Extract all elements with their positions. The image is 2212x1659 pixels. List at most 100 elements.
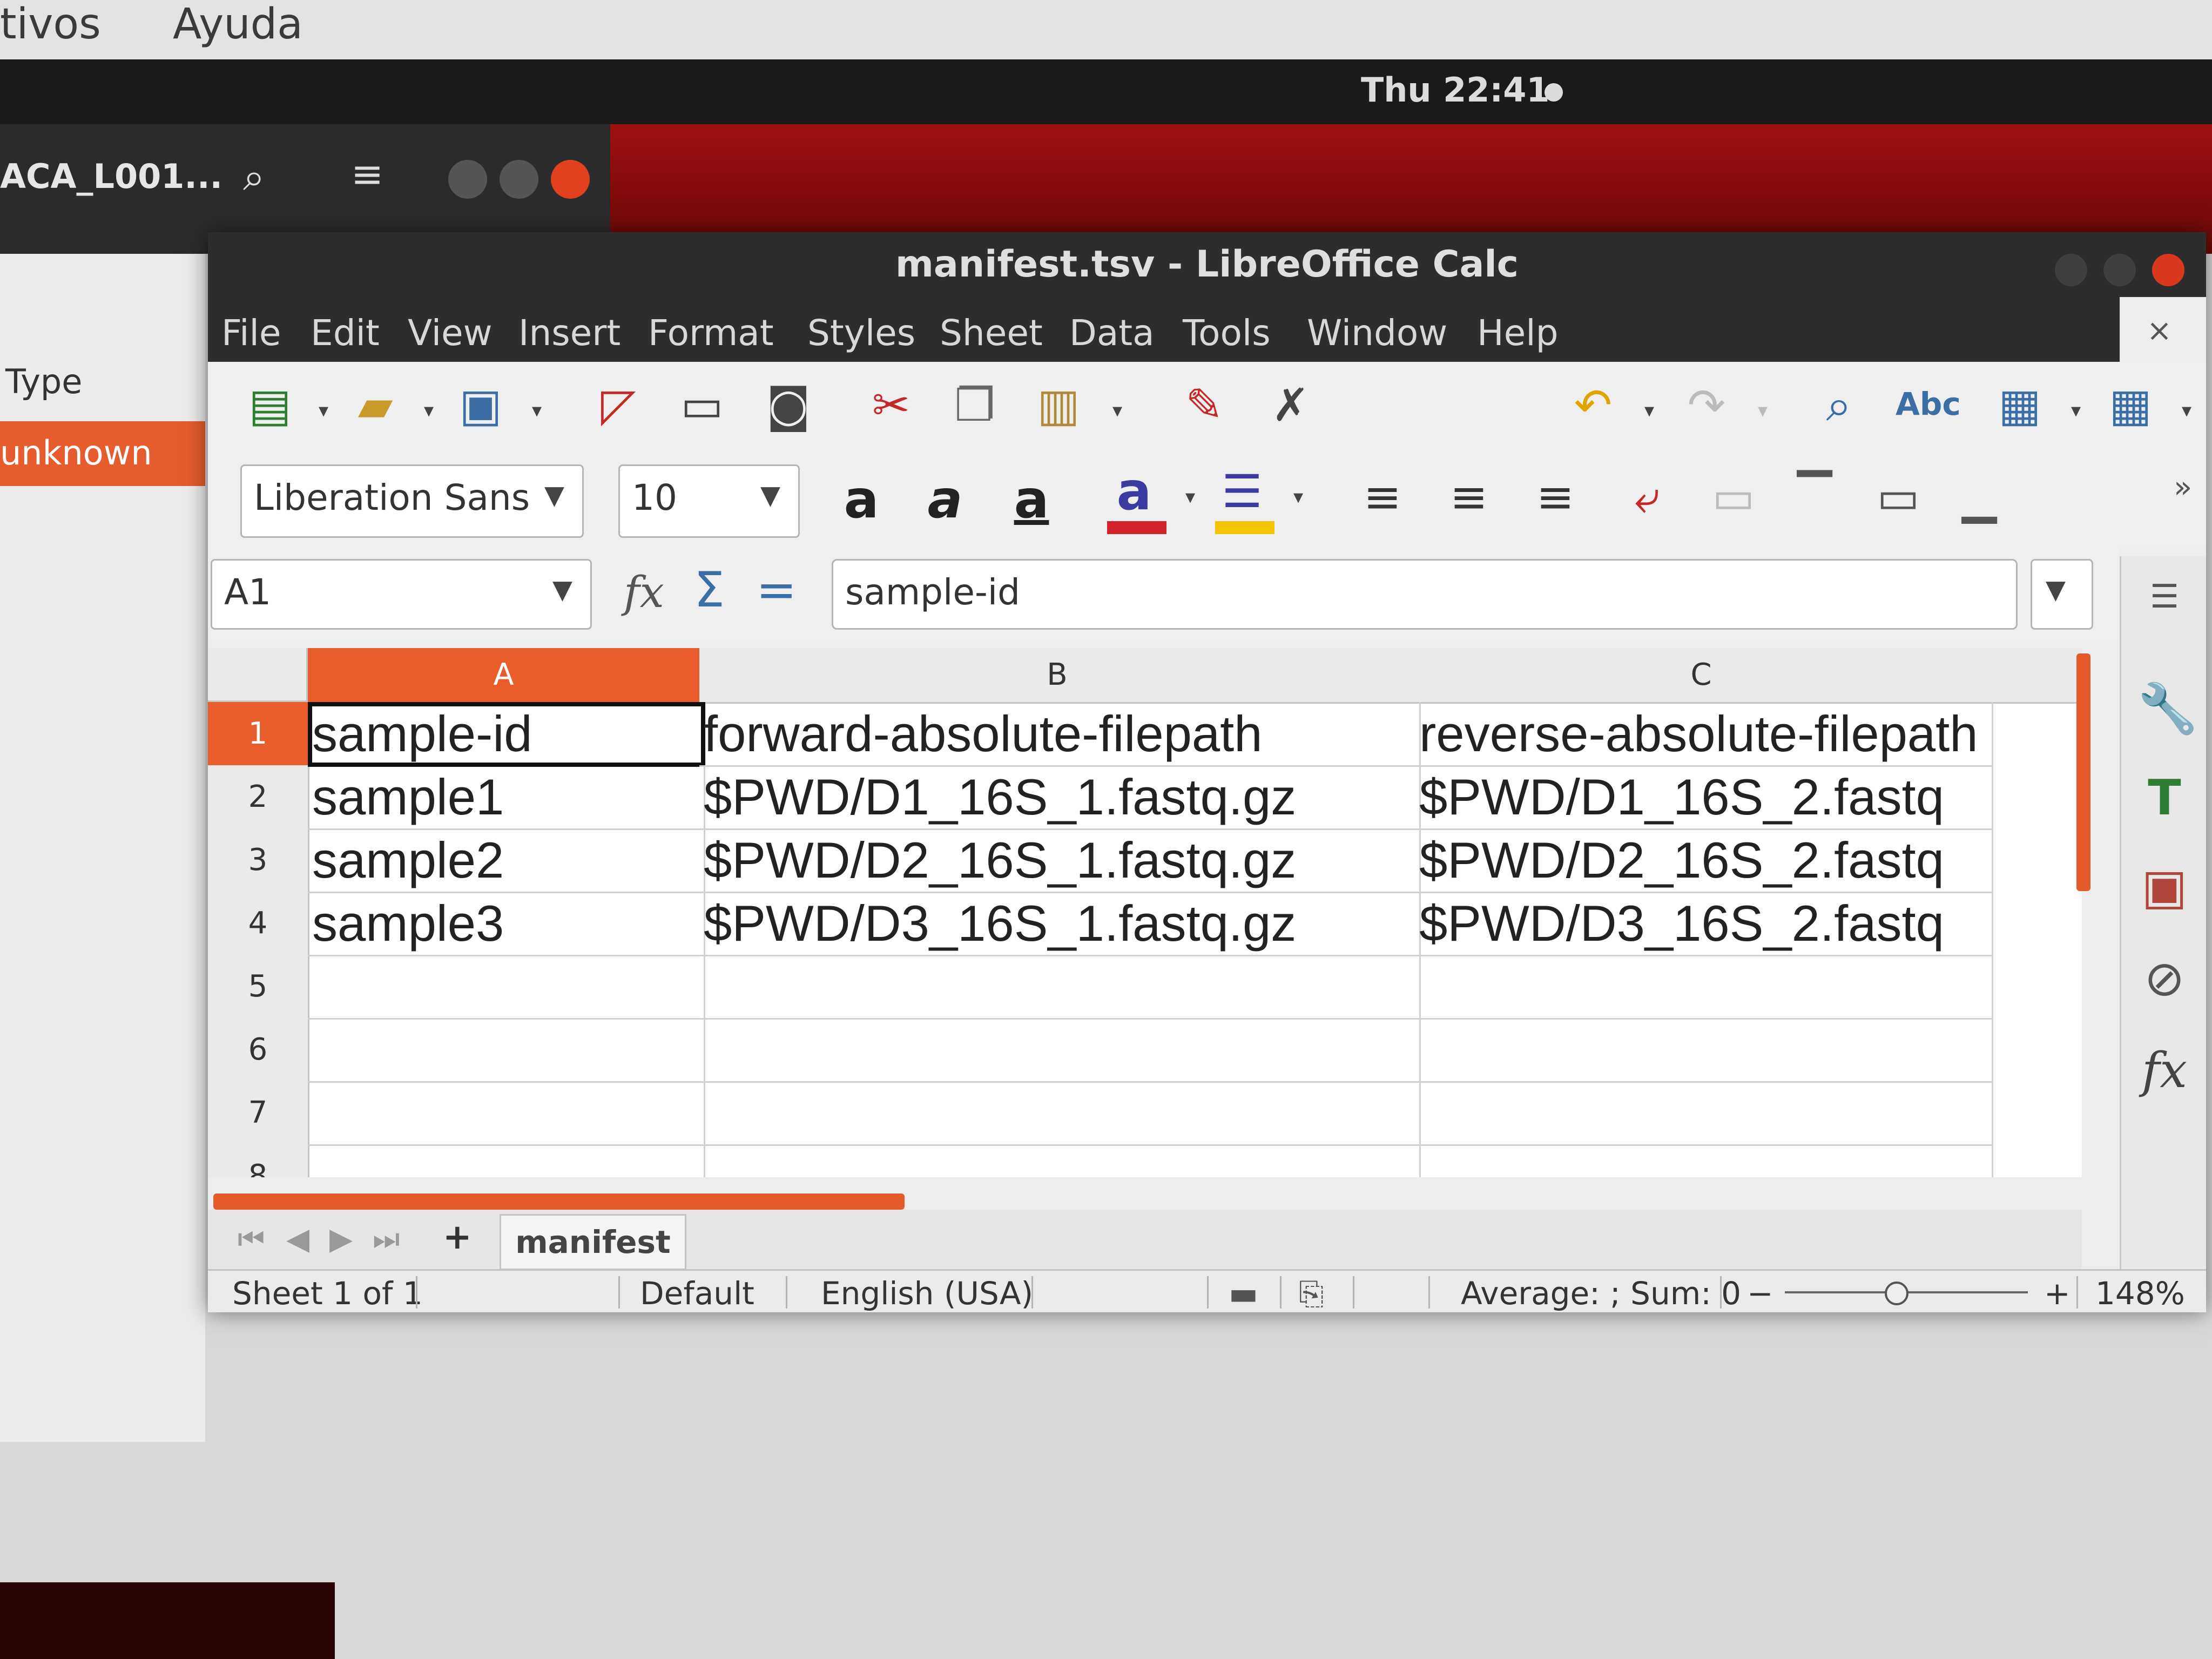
row-header-7[interactable]: 7 xyxy=(208,1081,309,1146)
row-header-1[interactable]: 1 xyxy=(208,702,309,767)
new-document-icon[interactable]: ▤ xyxy=(240,378,300,432)
close-document-icon[interactable]: × xyxy=(2147,313,2172,348)
underline-icon[interactable]: a xyxy=(1002,473,1061,527)
cell-a4[interactable]: sample3 xyxy=(308,892,705,956)
clone-formatting-icon[interactable]: ✎ xyxy=(1175,378,1234,432)
highlight-icon[interactable]: ☰ xyxy=(1212,464,1272,518)
cell-c5[interactable] xyxy=(1415,955,1993,1020)
cell-c1[interactable]: reverse-absolute-filepath xyxy=(1415,702,1993,767)
zoom-out-button[interactable]: − xyxy=(1747,1275,1773,1312)
menu-file[interactable]: File xyxy=(221,312,281,354)
paste-dropdown-icon[interactable]: ▾ xyxy=(1112,400,1122,422)
clock[interactable]: Thu 22:41 xyxy=(1361,70,1550,110)
row-header-2[interactable]: 2 xyxy=(208,765,309,830)
search-icon[interactable]: ⌕ xyxy=(243,154,265,200)
menu-styles[interactable]: Styles xyxy=(807,312,915,354)
menu-tools[interactable]: Tools xyxy=(1183,312,1271,354)
menu-window[interactable]: Window xyxy=(1307,312,1447,354)
cell-b7[interactable] xyxy=(699,1081,1421,1146)
save-icon[interactable]: ▣ xyxy=(451,378,510,432)
close-button[interactable] xyxy=(2152,254,2184,286)
cell-c6[interactable] xyxy=(1415,1018,1993,1083)
menu-insert[interactable]: Insert xyxy=(518,312,621,354)
row-header-6[interactable]: 6 xyxy=(208,1018,309,1083)
cell-b5[interactable] xyxy=(699,955,1421,1020)
chevron-down-icon[interactable]: ▼ xyxy=(544,480,564,510)
chevron-down-icon[interactable]: ▼ xyxy=(552,575,572,605)
cut-icon[interactable]: ✂ xyxy=(861,378,921,432)
maximize-button[interactable] xyxy=(2103,254,2136,286)
clear-formatting-icon[interactable]: ✗ xyxy=(1261,378,1320,432)
new-dropdown-icon[interactable]: ▾ xyxy=(319,400,328,422)
font-color-dropdown-icon[interactable]: ▾ xyxy=(1185,486,1195,508)
toolbar-overflow-icon[interactable]: » xyxy=(2174,470,2192,505)
menu-view[interactable]: View xyxy=(408,312,493,354)
menu-sheet[interactable]: Sheet xyxy=(940,312,1043,354)
horizontal-scrollbar[interactable] xyxy=(213,1193,905,1210)
find-replace-icon[interactable]: ⌕ xyxy=(1809,378,1869,432)
row-header-8[interactable]: 8 xyxy=(208,1144,309,1177)
close-button[interactable] xyxy=(551,160,590,199)
cell-a1[interactable]: sample-id xyxy=(308,702,705,767)
align-center-icon[interactable]: ≡ xyxy=(1439,470,1499,524)
page-style[interactable]: Default xyxy=(640,1275,754,1312)
redo-dropdown-icon[interactable]: ▾ xyxy=(1758,400,1768,422)
vertical-scrollbar[interactable] xyxy=(2076,653,2090,891)
sidebar-menu-icon[interactable]: ☰ xyxy=(2137,578,2191,616)
selection-mode-icon[interactable]: ▬ xyxy=(1229,1275,1258,1312)
minimize-button[interactable] xyxy=(448,160,487,199)
font-name-combobox[interactable]: Liberation Sans ▼ xyxy=(240,464,584,538)
function-wizard-icon[interactable]: fx xyxy=(624,567,664,617)
spelling-icon[interactable]: Abc xyxy=(1896,377,1961,431)
undo-dropdown-icon[interactable]: ▾ xyxy=(1644,400,1654,422)
cell-a6[interactable] xyxy=(308,1018,705,1083)
minimize-button[interactable] xyxy=(2055,254,2087,286)
redo-icon[interactable]: ↷ xyxy=(1677,378,1736,432)
cell-b6[interactable] xyxy=(699,1018,1421,1083)
maximize-button[interactable] xyxy=(500,160,538,199)
first-sheet-icon[interactable]: ⏮ xyxy=(238,1222,265,1257)
cell-b1[interactable]: forward-absolute-filepath xyxy=(699,702,1421,767)
cell-a2[interactable]: sample1 xyxy=(308,765,705,830)
merge-cells-icon[interactable]: ▭ xyxy=(1704,470,1763,524)
open-dropdown-icon[interactable]: ▾ xyxy=(424,400,434,422)
formula-icon[interactable]: = xyxy=(756,562,797,618)
export-pdf-icon[interactable]: ◸ xyxy=(589,378,648,432)
bold-icon[interactable]: a xyxy=(832,473,891,527)
open-folder-icon[interactable]: ▰ xyxy=(346,378,405,432)
next-sheet-icon[interactable]: ▶ xyxy=(329,1222,353,1257)
italic-icon[interactable]: a xyxy=(915,473,975,527)
select-all-corner[interactable] xyxy=(208,648,308,702)
paste-icon[interactable]: ▥ xyxy=(1029,378,1088,432)
menu-edit[interactable]: Edit xyxy=(311,312,380,354)
column-header-c[interactable]: C xyxy=(1415,648,1989,704)
sum-icon[interactable]: Σ xyxy=(694,562,725,618)
cell-b4[interactable]: $PWD/D3_16S_1.fastq.gz xyxy=(699,892,1421,956)
cell-b3[interactable]: $PWD/D2_16S_1.fastq.gz xyxy=(699,828,1421,893)
zoom-slider-knob[interactable] xyxy=(1884,1282,1908,1305)
menu-data[interactable]: Data xyxy=(1069,312,1155,354)
cell-c2[interactable]: $PWD/D1_16S_2.fastq xyxy=(1415,765,1993,830)
cell-c4[interactable]: $PWD/D3_16S_2.fastq xyxy=(1415,892,1993,956)
expand-formula-button[interactable]: ▼ xyxy=(2031,559,2093,630)
menu-help[interactable]: Help xyxy=(1477,312,1558,354)
print-preview-icon[interactable]: ◙ xyxy=(759,378,818,432)
save-dropdown-icon[interactable]: ▾ xyxy=(532,400,542,422)
zoom-in-button[interactable]: + xyxy=(2044,1275,2071,1312)
cell-c7[interactable] xyxy=(1415,1081,1993,1146)
functions-icon[interactable]: fx xyxy=(2137,1042,2191,1099)
column-header-d[interactable] xyxy=(1987,648,2082,704)
document-modified-icon[interactable]: ⎘ xyxy=(1299,1275,1324,1312)
sheet-tab-manifest[interactable]: manifest xyxy=(500,1214,686,1270)
row-icon[interactable]: ▦ xyxy=(1990,378,2049,432)
row-header-3[interactable]: 3 xyxy=(208,828,309,893)
cell-a7[interactable] xyxy=(308,1081,705,1146)
undo-icon[interactable]: ↶ xyxy=(1563,378,1623,432)
column-header-b[interactable]: B xyxy=(699,648,1417,704)
hamburger-menu-icon[interactable]: ≡ xyxy=(351,151,383,197)
cell-b8[interactable] xyxy=(699,1144,1421,1177)
row-header-5[interactable]: 5 xyxy=(208,955,309,1020)
zoom-level[interactable]: 148% xyxy=(2095,1275,2185,1312)
cell-a5[interactable] xyxy=(308,955,705,1020)
properties-icon[interactable]: 🔧 xyxy=(2137,680,2198,737)
